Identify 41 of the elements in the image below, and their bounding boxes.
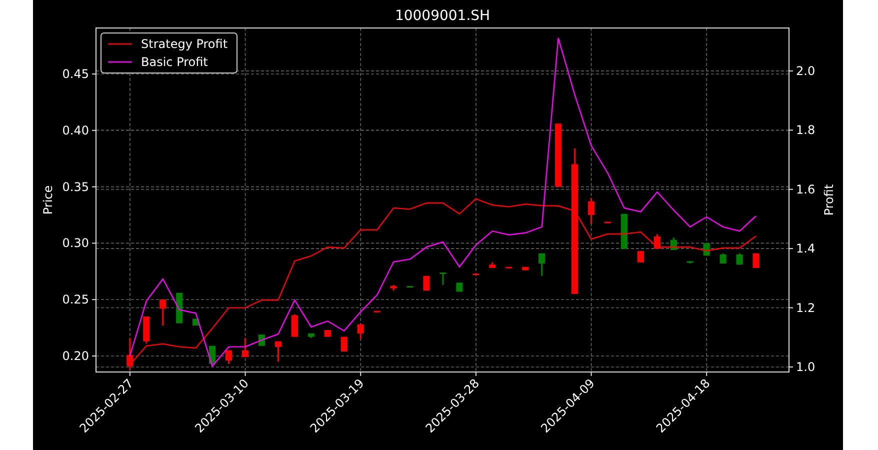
candlestick	[374, 310, 380, 312]
candlestick	[274, 341, 282, 362]
candlestick	[406, 286, 414, 288]
tick-label: 0.40	[62, 123, 89, 138]
candlestick	[588, 198, 595, 224]
candlestick	[555, 124, 562, 187]
tick-label: 1.4	[796, 242, 816, 256]
axis-label: Price	[41, 185, 55, 215]
candlestick	[456, 282, 463, 292]
axis-label: Profit	[822, 184, 836, 216]
candlestick	[226, 350, 232, 364]
tick-label: 1.2	[796, 300, 816, 315]
candlestick	[308, 333, 314, 338]
candlestick	[472, 274, 480, 276]
candlestick	[604, 222, 612, 224]
candlestick	[522, 266, 529, 270]
legend-label: Strategy Profit	[141, 37, 228, 51]
legend-label: Basic Profit	[141, 55, 208, 69]
candlestick	[686, 261, 694, 264]
tick-label: 1.8	[796, 123, 816, 138]
tick-label: 0.25	[62, 292, 89, 307]
tick-label: 0.35	[62, 180, 89, 194]
tick-label: 0.45	[62, 67, 89, 82]
candlestick	[126, 338, 134, 370]
tick-label: 0.30	[62, 236, 89, 250]
candlestick	[489, 262, 496, 268]
tick-label: 2.0	[796, 64, 816, 78]
candlestick	[423, 276, 430, 291]
candlestick	[242, 338, 249, 358]
tick-label: 0.20	[62, 348, 89, 363]
candlestick	[538, 253, 546, 276]
tick-label: 1.6	[796, 182, 816, 196]
candlestick	[506, 266, 512, 268]
candlestick	[143, 316, 150, 344]
candlestick	[752, 253, 760, 268]
candlestick	[390, 284, 397, 291]
tick-label: 1.0	[796, 360, 816, 374]
chart-title: 10009001.SH	[394, 8, 490, 24]
candlestick	[357, 324, 364, 340]
candlestick	[160, 300, 166, 326]
candlestick	[440, 272, 446, 285]
